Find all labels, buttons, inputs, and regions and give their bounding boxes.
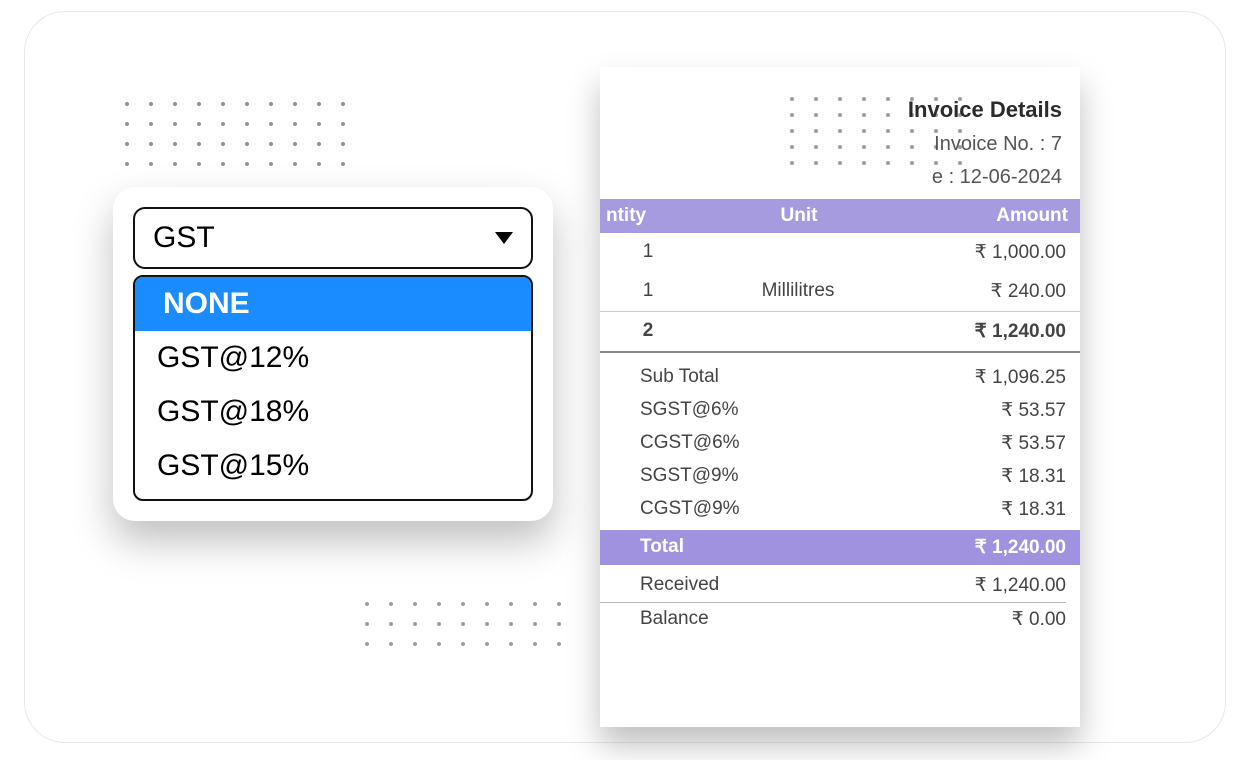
col-unit: Unit [690, 205, 908, 227]
invoice-header: Invoice Details Invoice No. : 7 e : 12-0… [600, 67, 1080, 199]
invoice-panel: Invoice Details Invoice No. : 7 e : 12-0… [600, 67, 1080, 727]
invoice-date: e : 12-06-2024 [600, 166, 1062, 189]
balance-value: ₹ 0.00 [1012, 608, 1066, 631]
summary-label: CGST@6% [640, 432, 740, 455]
gst-options-list: NONE GST@12% GST@18% GST@15% [133, 275, 533, 501]
summary-label: Sub Total [640, 366, 719, 389]
summary-label: SGST@9% [640, 465, 738, 488]
cell-unit-total [690, 320, 906, 343]
summary-row: SGST@6% ₹ 53.57 [600, 394, 1066, 427]
gst-option-18[interactable]: GST@18% [135, 385, 531, 439]
summary-value: ₹ 1,096.25 [975, 366, 1066, 389]
received-label: Received [640, 574, 719, 597]
summary-value: ₹ 18.31 [1001, 465, 1066, 488]
cell-qty-total: 2 [600, 320, 690, 343]
summary-row: SGST@9% ₹ 18.31 [600, 460, 1066, 493]
summary-row: Sub Total ₹ 1,096.25 [600, 361, 1066, 394]
gst-select[interactable]: GST [133, 207, 533, 269]
table-total-row: 2 ₹ 1,240.00 [600, 311, 1080, 353]
summary-value: ₹ 53.57 [1001, 399, 1066, 422]
cell-qty: 1 [600, 241, 690, 264]
chevron-down-icon [495, 232, 513, 244]
cell-unit: Millilitres [690, 280, 906, 303]
grand-total-label: Total [640, 536, 684, 559]
app-canvas: GST NONE GST@12% GST@18% GST@15% Invoice… [25, 12, 1225, 742]
invoice-summary: Sub Total ₹ 1,096.25 SGST@6% ₹ 53.57 CGS… [600, 353, 1080, 636]
col-quantity: ntity [600, 205, 690, 227]
invoice-number: Invoice No. : 7 [600, 133, 1062, 156]
grand-total-value: ₹ 1,240.00 [975, 536, 1066, 559]
summary-row: CGST@9% ₹ 18.31 [600, 493, 1066, 526]
cell-amount: ₹ 240.00 [906, 280, 1066, 303]
summary-row: CGST@6% ₹ 53.57 [600, 427, 1066, 460]
decorative-dots [125, 102, 347, 166]
summary-value: ₹ 53.57 [1001, 432, 1066, 455]
cell-qty: 1 [600, 280, 690, 303]
received-row: Received ₹ 1,240.00 [600, 569, 1066, 603]
summary-value: ₹ 18.31 [1001, 498, 1066, 521]
table-row: 1 ₹ 1,000.00 [600, 233, 1080, 272]
summary-label: CGST@9% [640, 498, 740, 521]
balance-row: Balance ₹ 0.00 [600, 603, 1066, 636]
balance-label: Balance [640, 608, 709, 631]
gst-select-label: GST [153, 221, 215, 255]
cell-unit [690, 241, 906, 264]
cell-amount: ₹ 1,000.00 [906, 241, 1066, 264]
cell-amount-total: ₹ 1,240.00 [906, 320, 1066, 343]
gst-option-12[interactable]: GST@12% [135, 331, 531, 385]
summary-label: SGST@6% [640, 399, 738, 422]
grand-total-row: Total ₹ 1,240.00 [600, 530, 1080, 565]
decorative-dots [365, 602, 563, 646]
table-row: 1 Millilitres ₹ 240.00 [600, 272, 1080, 311]
invoice-table-header: ntity Unit Amount [600, 199, 1080, 233]
gst-option-15[interactable]: GST@15% [135, 439, 531, 493]
invoice-title: Invoice Details [600, 97, 1062, 123]
gst-option-none[interactable]: NONE [135, 277, 531, 331]
col-amount: Amount [908, 205, 1068, 227]
gst-dropdown-card: GST NONE GST@12% GST@18% GST@15% [113, 187, 553, 521]
received-value: ₹ 1,240.00 [975, 574, 1066, 597]
